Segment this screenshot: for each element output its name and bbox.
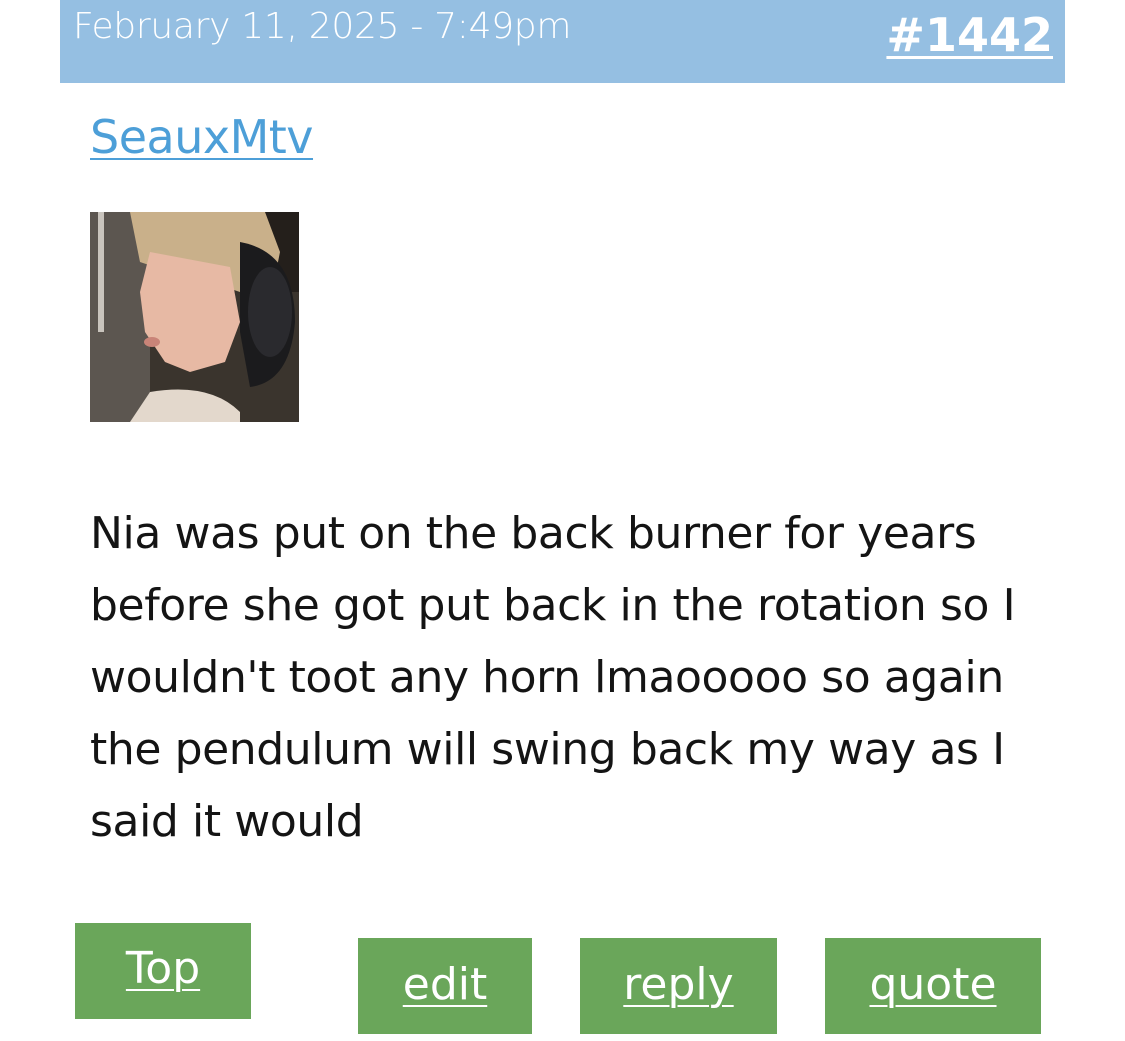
avatar-image xyxy=(90,212,299,422)
forum-post: February 11, 2025 - 7:49pm #1442 SeauxMt… xyxy=(0,0,1125,1041)
post-body: Nia was put on the back burner for years… xyxy=(90,508,1016,847)
edit-button[interactable]: edit xyxy=(358,938,532,1034)
quote-button[interactable]: quote xyxy=(825,938,1041,1034)
post-author-link[interactable]: SeauxMtv xyxy=(90,110,314,164)
reply-button[interactable]: reply xyxy=(580,938,777,1034)
avatar[interactable] xyxy=(90,212,299,422)
post-date: February 11, 2025 - 7:49pm xyxy=(73,6,572,47)
post-permalink[interactable]: #1442 xyxy=(886,8,1053,62)
post-header: February 11, 2025 - 7:49pm #1442 xyxy=(60,0,1065,83)
top-button[interactable]: Top xyxy=(75,923,251,1019)
